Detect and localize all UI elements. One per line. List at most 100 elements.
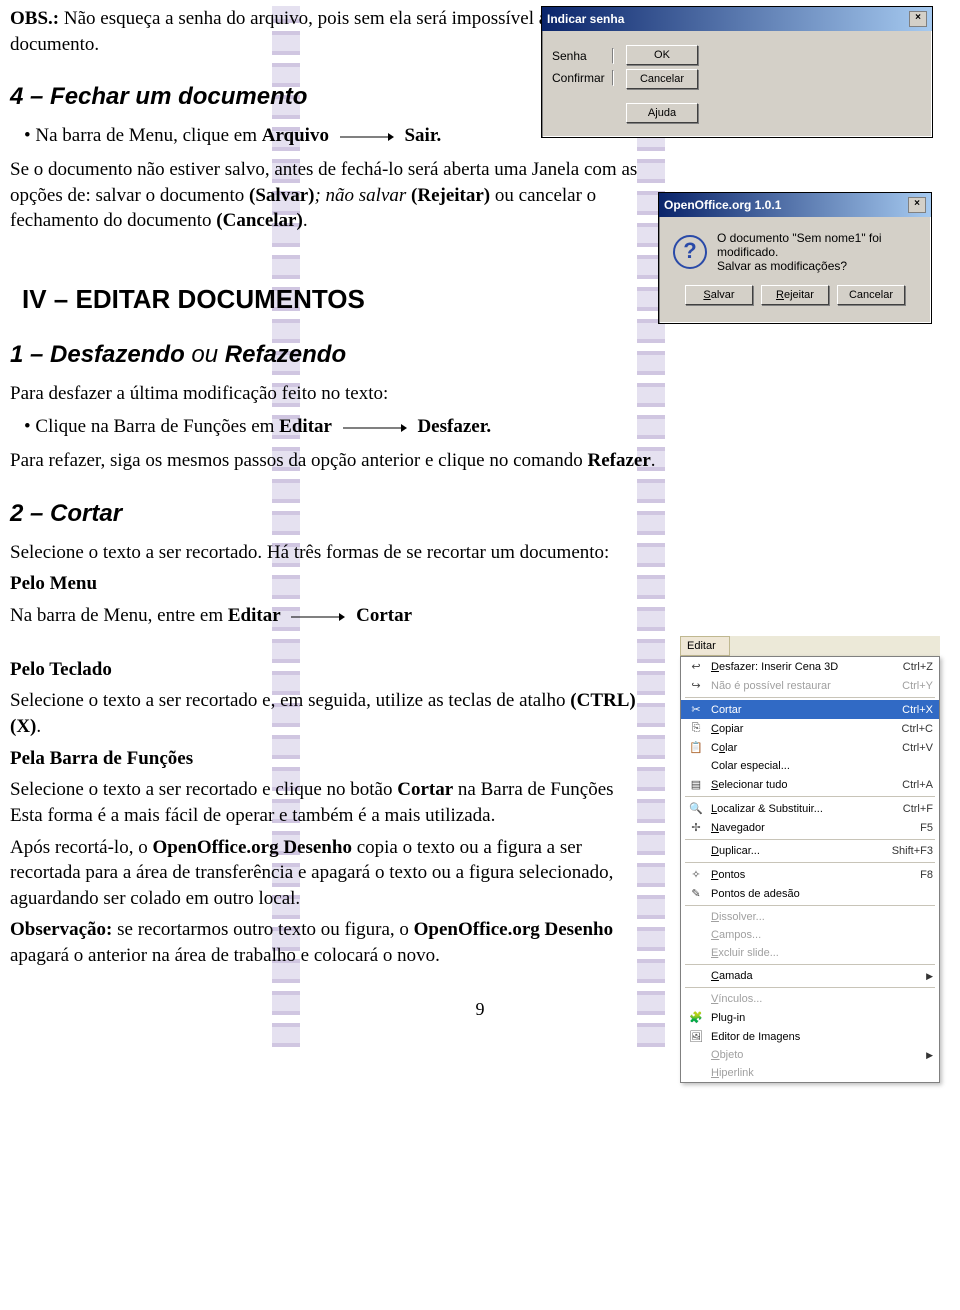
reject-button[interactable]: Rejeitar	[761, 285, 829, 305]
menu-item[interactable]: 📋ColarCtrl+V	[681, 738, 939, 757]
menu-separator	[685, 905, 935, 906]
menu-item-icon: ✧	[687, 868, 705, 881]
menu-item[interactable]: ▤ Selecionar tudo Ctrl+A	[681, 775, 939, 794]
menu-item-shortcut: Ctrl+C	[902, 723, 933, 735]
menu-item-icon: 🔍	[687, 802, 705, 815]
menu-item: Vínculos...	[681, 990, 939, 1008]
menu-item-label: Localizar & Substituir...	[711, 803, 897, 815]
menu-item-label: Colar especial...	[711, 760, 927, 772]
menu-item-icon: ✢	[687, 821, 705, 834]
menu-item-label: Dissolver...	[711, 911, 927, 923]
menu-item[interactable]: Camada ▶	[681, 967, 939, 985]
editar-menu: Editar ↩Desfazer: Inserir Cena 3DCtrl+Z ↪…	[680, 636, 940, 1083]
menu-item-icon: ↩	[687, 660, 705, 673]
save-confirm-line2: Salvar as modificações?	[717, 259, 917, 273]
menu-item-label: Selecionar tudo	[711, 779, 896, 791]
menu-item-label: Navegador	[711, 822, 914, 834]
menu-item-icon: ✎	[687, 887, 705, 900]
confirm-label: Confirmar	[552, 71, 612, 85]
apos-recortar-paragraph: Após recortá-lo, o OpenOffice.org Desenh…	[10, 835, 650, 912]
pelo-teclado-label: Pelo Teclado	[10, 657, 650, 683]
menu-item-label: Camada	[711, 970, 920, 982]
confirm-input[interactable]	[612, 70, 614, 86]
menu-item: Objeto ▶	[681, 1046, 939, 1064]
menu-item-shortcut: Ctrl+F	[903, 803, 933, 815]
heading-desfazendo: 1 – Desfazendo ou Refazendo	[10, 341, 950, 369]
menu-item[interactable]: ✎ Pontos de adesão	[681, 884, 939, 903]
menu-item[interactable]: ⎘ Copiar Ctrl+C	[681, 719, 939, 738]
menu-item-shortcut: Ctrl+V	[902, 742, 933, 754]
menu-item-icon: 🖼	[687, 1030, 705, 1043]
refazer-paragraph: Para refazer, siga os mesmos passos da o…	[10, 448, 950, 474]
password-dialog: Indicar senha × Senha Confirmar OK Cance…	[541, 6, 933, 138]
password-label: Senha	[552, 49, 612, 63]
menu-separator	[685, 862, 935, 863]
ok-button[interactable]: OK	[626, 45, 698, 65]
save-confirm-title: OpenOffice.org 1.0.1	[664, 198, 781, 212]
menu-item-icon: ✂	[687, 703, 705, 716]
bullet-editar-desfazer: Clique na Barra de Funções em Editar Des…	[10, 414, 950, 440]
menu-item-label: Objeto	[711, 1049, 920, 1061]
save-button[interactable]: Salvar	[685, 285, 753, 305]
password-dialog-titlebar: Indicar senha ×	[542, 7, 932, 31]
pela-barra-label: Pela Barra de Funções	[10, 746, 650, 772]
menu-item-icon: 📋	[687, 741, 705, 754]
menu-separator	[685, 839, 935, 840]
desfazer-intro: Para desfazer a última modificação feito…	[10, 381, 950, 407]
menu-item-label: Não é possível restaurar	[711, 680, 896, 692]
menu-item-label: Plug-in	[711, 1012, 927, 1024]
menu-item-label: Excluir slide...	[711, 947, 927, 959]
cortar-intro: Selecione o texto a ser recortado. Há tr…	[10, 540, 650, 566]
observacao-paragraph: Observação: se recortarmos outro texto o…	[10, 917, 650, 968]
menu-item[interactable]: ✢ Navegador F5	[681, 818, 939, 837]
menu-item: Dissolver...	[681, 908, 939, 926]
menu-separator	[685, 964, 935, 965]
menu-item-label: Copiar	[711, 723, 896, 735]
menu-item: Excluir slide...	[681, 944, 939, 962]
menu-item-label: Pontos	[711, 869, 914, 881]
arrow-right-icon	[343, 423, 407, 433]
cortar-barra-paragraph: Selecione o texto a ser recortado e cliq…	[10, 777, 650, 828]
menu-item-label: Editor de Imagens	[711, 1031, 927, 1043]
chevron-right-icon: ▶	[926, 971, 933, 982]
menu-item-shortcut: F5	[920, 822, 933, 834]
save-confirm-titlebar: OpenOffice.org 1.0.1 ×	[659, 193, 931, 217]
menu-item-label: Duplicar...	[711, 845, 886, 857]
editar-menu-title[interactable]: Editar	[680, 636, 730, 656]
menu-item-label: Vínculos...	[711, 993, 927, 1005]
save-confirm-dialog: OpenOffice.org 1.0.1 × ? O documento "Se…	[658, 192, 932, 324]
password-dialog-title: Indicar senha	[547, 12, 624, 26]
menu-item: Campos...	[681, 926, 939, 944]
help-button[interactable]: Ajuda	[626, 103, 698, 123]
menu-item[interactable]: ✂CortarCtrl+X	[681, 700, 939, 719]
menu-item[interactable]: 🖼 Editor de Imagens	[681, 1027, 939, 1046]
menu-item[interactable]: Colar especial...	[681, 757, 939, 775]
menu-item[interactable]: 🧩Plug-in	[681, 1008, 939, 1027]
menu-item-icon: ▤	[687, 778, 705, 791]
close-icon[interactable]: ×	[909, 11, 927, 27]
menu-item-label: Pontos de adesão	[711, 888, 927, 900]
menu-item-label: Campos...	[711, 929, 927, 941]
menu-item[interactable]: Duplicar...Shift+F3	[681, 842, 939, 860]
cancel-button[interactable]: Cancelar	[837, 285, 905, 305]
password-input[interactable]	[612, 48, 614, 64]
menu-item[interactable]: ↩Desfazer: Inserir Cena 3DCtrl+Z	[681, 657, 939, 676]
menu-item-shortcut: Ctrl+Z	[903, 661, 933, 673]
menu-item-shortcut: F8	[920, 869, 933, 881]
cancel-button[interactable]: Cancelar	[626, 69, 698, 89]
menu-item[interactable]: 🔍 Localizar & Substituir... Ctrl+F	[681, 799, 939, 818]
chevron-right-icon: ▶	[926, 1050, 933, 1061]
menu-item-shortcut: Ctrl+A	[902, 779, 933, 791]
menu-item-icon: ⎘	[687, 722, 705, 735]
close-doc-paragraph: Se o documento não estiver salvo, antes …	[10, 157, 650, 234]
menu-item-shortcut: Ctrl+Y	[902, 680, 933, 692]
arrow-right-icon	[340, 132, 394, 142]
menu-item-label: Hiperlink	[711, 1067, 927, 1079]
menu-item[interactable]: ✧ Pontos F8	[681, 865, 939, 884]
ctrl-x-paragraph: Selecione o texto a ser recortado e, em …	[10, 688, 650, 739]
obs-label: OBS.:	[10, 8, 59, 29]
close-icon[interactable]: ×	[908, 197, 926, 213]
save-confirm-line1: O documento "Sem nome1" foi modificado.	[717, 231, 917, 259]
menu-item-icon: ↪	[687, 679, 705, 692]
heading-cortar: 2 – Cortar	[10, 500, 950, 528]
